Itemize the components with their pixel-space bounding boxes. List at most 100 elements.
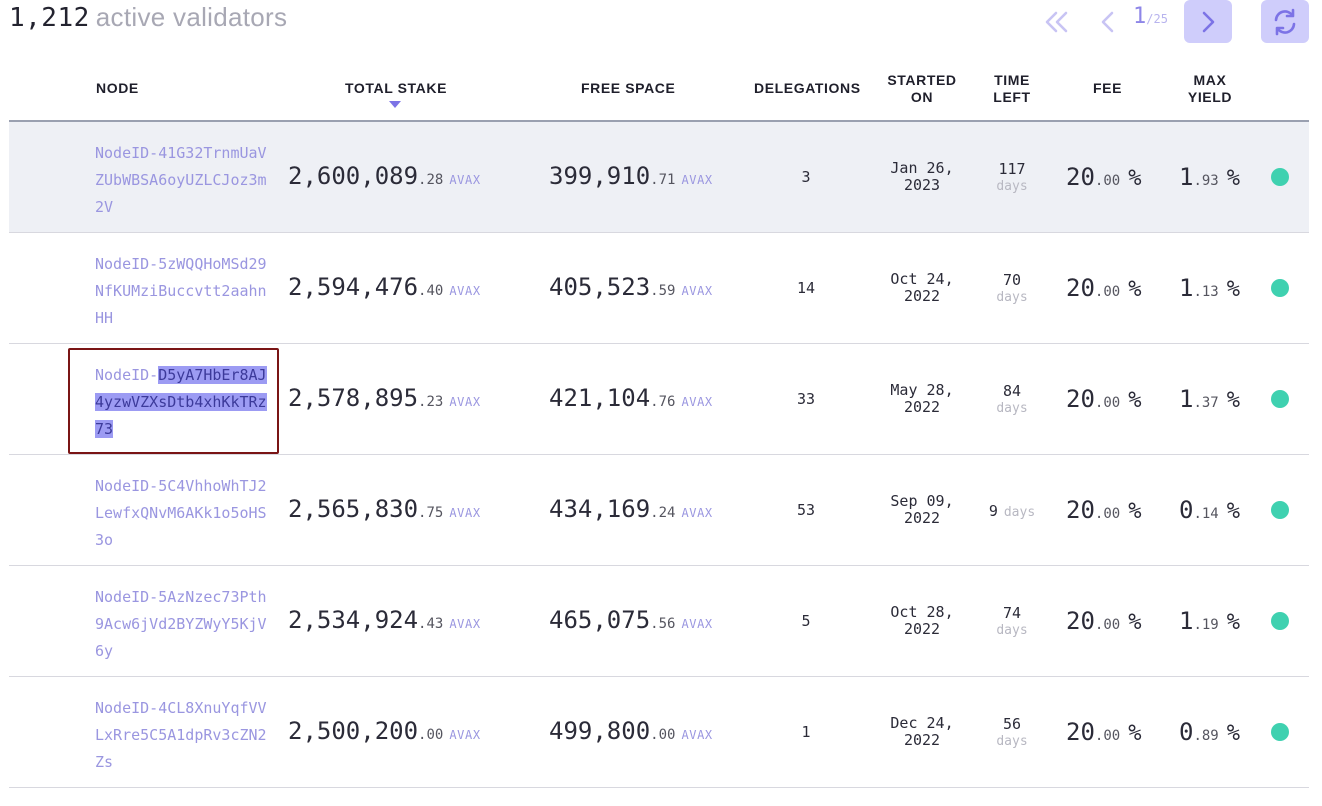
column-started-on-line2: ON [910, 89, 934, 105]
fee-decimal: .00 [1094, 284, 1121, 300]
max-yield-decimal: .89 [1193, 728, 1219, 744]
column-max-yield[interactable]: MAX YIELD [1177, 72, 1243, 106]
max-yield-cell: 1.13% [1179, 274, 1240, 302]
total-stake-decimal: .43 [418, 616, 444, 632]
time-left-number: 117 [998, 160, 1026, 178]
fee-decimal: .00 [1094, 395, 1121, 411]
column-node[interactable]: NODE [96, 80, 139, 97]
fee-percent-sign: % [1128, 721, 1142, 746]
node-id-text: NodeID-5zWQQHoMSd29NfKUMziBuccvtt2aahnHH [95, 255, 267, 327]
validator-count: 1,212 active validators [9, 2, 287, 33]
time-left-cell: 70 days [979, 271, 1045, 307]
fee-percent-sign: % [1128, 499, 1142, 524]
max-yield-integer: 0 [1179, 496, 1194, 524]
time-left-cell: 84 days [979, 382, 1045, 418]
started-on-year: 2023 [903, 176, 941, 194]
time-left-number: 84 [1002, 382, 1022, 400]
time-left-number: 9 [988, 502, 998, 520]
free-space-unit: AVAX [681, 284, 713, 298]
fee-integer: 20 [1066, 385, 1095, 413]
total-stake-unit: AVAX [449, 728, 481, 742]
max-yield-percent-sign: % [1226, 610, 1240, 635]
started-on-cell: Dec 24, 2022 [879, 715, 965, 749]
first-page-button[interactable] [1037, 0, 1077, 43]
free-space-unit: AVAX [681, 617, 713, 631]
table-row[interactable]: NodeID-D5yA7HbEr8AJ4yzwVZXsDtb4xhKkTRz73… [9, 344, 1309, 455]
total-stake-cell: 2,594,476.40 AVAX [288, 273, 481, 301]
started-on-year: 2022 [903, 731, 941, 749]
validator-count-label: active validators [95, 2, 288, 32]
node-id-text: NodeID-41G32TrnmUaVZUbWBSA6oyUZLCJoz3m2V [95, 144, 267, 216]
fee-cell: 20.00% [1066, 385, 1141, 413]
status-dot-icon [1271, 723, 1289, 741]
started-on-cell: Oct 28, 2022 [879, 604, 965, 638]
free-space-unit: AVAX [681, 506, 713, 520]
max-yield-integer: 0 [1179, 718, 1194, 746]
free-space-cell: 465,075.56 AVAX [549, 606, 713, 634]
time-left-unit: days [1003, 505, 1036, 520]
max-yield-decimal: .93 [1193, 173, 1219, 189]
node-id-link[interactable]: NodeID-D5yA7HbEr8AJ4yzwVZXsDtb4xhKkTRz73 [95, 362, 267, 443]
free-space-integer: 399,910 [549, 162, 651, 190]
started-on-cell: Jan 26, 2023 [879, 160, 965, 194]
max-yield-integer: 1 [1179, 385, 1194, 413]
total-pages: /25 [1146, 12, 1168, 26]
total-stake-integer: 2,565,830 [288, 495, 419, 523]
started-on-date: Dec 24, [890, 714, 954, 732]
table-row[interactable]: NodeID-4CL8XnuYqfVVLxRre5C5A1dpRv3cZN2Zs… [9, 677, 1309, 788]
time-left-number: 74 [1002, 604, 1022, 622]
delegations-cell: 33 [796, 390, 816, 408]
total-stake-cell: 2,565,830.75 AVAX [288, 495, 481, 523]
table-row[interactable]: NodeID-41G32TrnmUaVZUbWBSA6oyUZLCJoz3m2V… [9, 122, 1309, 233]
total-stake-integer: 2,500,200 [288, 717, 419, 745]
column-free-space[interactable]: FREE SPACE [581, 80, 675, 97]
column-time-left[interactable]: TIME LEFT [979, 72, 1045, 106]
table-row[interactable]: NodeID-5AzNzec73Pth9Acw6jVd2BYZWyY5KjV6y… [9, 566, 1309, 677]
node-id-text: NodeID-4CL8XnuYqfVVLxRre5C5A1dpRv3cZN2Zs [95, 699, 267, 771]
time-left-unit: days [996, 179, 1028, 194]
column-max-yield-line2: YIELD [1187, 89, 1233, 105]
total-stake-cell: 2,578,895.23 AVAX [288, 384, 481, 412]
max-yield-percent-sign: % [1226, 277, 1240, 302]
total-stake-unit: AVAX [449, 395, 481, 409]
next-page-button[interactable] [1184, 0, 1232, 43]
time-left-unit: days [996, 290, 1028, 305]
max-yield-percent-sign: % [1226, 388, 1240, 413]
node-id-link[interactable]: NodeID-5zWQQHoMSd29NfKUMziBuccvtt2aahnHH [95, 251, 267, 332]
double-chevron-left-icon [1045, 11, 1068, 32]
free-space-cell: 434,169.24 AVAX [549, 495, 713, 523]
node-id-link[interactable]: NodeID-41G32TrnmUaVZUbWBSA6oyUZLCJoz3m2V [95, 140, 267, 221]
previous-page-button[interactable] [1093, 0, 1123, 43]
column-delegations[interactable]: DELEGATIONS [754, 80, 861, 97]
column-fee[interactable]: FEE [1093, 80, 1122, 97]
free-space-integer: 421,104 [549, 384, 651, 412]
time-left-cell: 9 days [979, 502, 1045, 522]
table-row[interactable]: NodeID-5C4VhhoWhTJ2LewfxQNvM6AKk1o5oHS3o… [9, 455, 1309, 566]
free-space-integer: 465,075 [549, 606, 651, 634]
fee-integer: 20 [1066, 274, 1095, 302]
status-dot-icon [1271, 168, 1289, 186]
fee-cell: 20.00% [1066, 274, 1141, 302]
started-on-year: 2022 [903, 509, 941, 527]
fee-percent-sign: % [1128, 388, 1142, 413]
total-stake-integer: 2,534,924 [288, 606, 419, 634]
column-total-stake[interactable]: TOTAL STAKE [345, 80, 447, 97]
max-yield-cell: 1.19% [1179, 607, 1240, 635]
top-bar: 1,212 active validators 1/25 [9, 0, 1309, 46]
fee-cell: 20.00% [1066, 607, 1141, 635]
table-row[interactable]: NodeID-5zWQQHoMSd29NfKUMziBuccvtt2aahnHH… [9, 233, 1309, 344]
column-max-yield-line1: MAX [1193, 72, 1227, 88]
status-dot-icon [1271, 390, 1289, 408]
node-id-link[interactable]: NodeID-5C4VhhoWhTJ2LewfxQNvM6AKk1o5oHS3o [95, 473, 267, 554]
total-stake-decimal: .00 [418, 727, 444, 743]
started-on-cell: May 28, 2022 [879, 382, 965, 416]
started-on-date: May 28, [890, 381, 954, 399]
total-stake-integer: 2,578,895 [288, 384, 419, 412]
refresh-button[interactable] [1261, 0, 1309, 43]
node-id-text: NodeID-5AzNzec73Pth9Acw6jVd2BYZWyY5KjV6y [95, 588, 267, 660]
node-id-link[interactable]: NodeID-5AzNzec73Pth9Acw6jVd2BYZWyY5KjV6y [95, 584, 267, 665]
column-started-on[interactable]: STARTED ON [881, 72, 963, 106]
chevron-left-icon [1101, 11, 1114, 32]
max-yield-percent-sign: % [1226, 499, 1240, 524]
node-id-link[interactable]: NodeID-4CL8XnuYqfVVLxRre5C5A1dpRv3cZN2Zs [95, 695, 267, 776]
